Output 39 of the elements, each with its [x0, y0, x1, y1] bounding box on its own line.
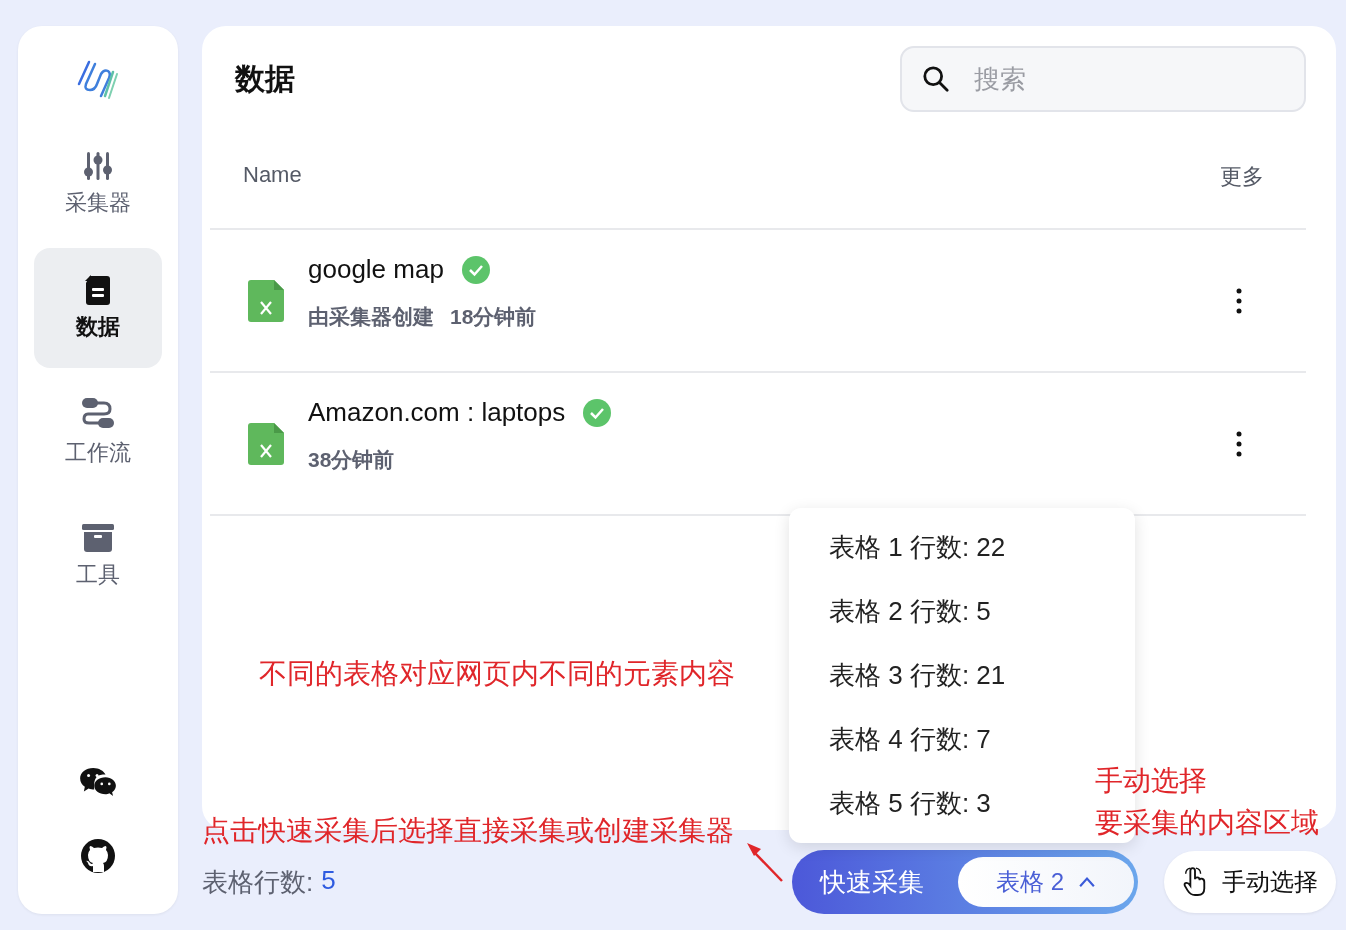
- more-icon[interactable]: [1236, 287, 1242, 314]
- pointing-hand-icon: [1182, 867, 1208, 897]
- archive-box-icon: [81, 522, 115, 554]
- sidebar-item[interactable]: 工具: [34, 496, 162, 616]
- table-row[interactable]: google map 由采集器创建 18分钟前: [210, 230, 1306, 373]
- chat-bubbles-icon[interactable]: [79, 766, 117, 798]
- meta-text: 38分钟前: [308, 447, 395, 473]
- annotation-arrow: [745, 840, 785, 884]
- meta-text: 由采集器创建: [308, 304, 434, 330]
- row-count-label: 表格行数:: [202, 865, 314, 899]
- sidebar-item[interactable]: 工作流: [34, 372, 162, 492]
- page-title: 数据: [235, 60, 295, 97]
- sliders-icon: [82, 150, 114, 182]
- annotation-text: 要采集的内容区域: [1095, 806, 1319, 840]
- menu-item[interactable]: 表格 2 行数: 5: [829, 579, 991, 644]
- spreadsheet-file-icon: [248, 422, 284, 465]
- menu-item[interactable]: 表格 1 行数: 22: [829, 516, 1006, 580]
- spreadsheet-file-icon: [248, 279, 284, 322]
- dataset-name: google map: [308, 254, 444, 285]
- chevron-up-icon: [1078, 876, 1096, 888]
- quick-collect-button[interactable]: 快速采集: [820, 864, 924, 900]
- annotation-text: 手动选择: [1095, 764, 1207, 798]
- meta-text: 18分钟前: [450, 304, 537, 330]
- dataset-name: Amazon.com : laptops: [308, 397, 566, 428]
- menu-item[interactable]: 表格 3 行数: 21: [829, 643, 1006, 708]
- row-count-value: 5: [321, 864, 336, 897]
- sidebar-item[interactable]: 数据: [34, 248, 162, 368]
- search-field[interactable]: 搜索: [900, 46, 1306, 112]
- more-icon[interactable]: [1236, 430, 1242, 457]
- menu-item[interactable]: 表格 4 行数: 7: [829, 707, 991, 772]
- annotation-text: 不同的表格对应网页内不同的元素内容: [259, 657, 735, 691]
- column-header: Name: [243, 162, 302, 189]
- github-icon[interactable]: [80, 838, 116, 874]
- manual-select-button[interactable]: 手动选择: [1164, 851, 1336, 913]
- annotation-text: 点击快速采集后选择直接采集或创建采集器: [202, 814, 734, 848]
- sidebar-item[interactable]: 采集器: [34, 124, 162, 244]
- column-header: 更多: [1220, 163, 1264, 191]
- menu-item[interactable]: 表格 5 行数: 3: [829, 771, 991, 835]
- table-picker[interactable]: 表格 2: [958, 857, 1134, 907]
